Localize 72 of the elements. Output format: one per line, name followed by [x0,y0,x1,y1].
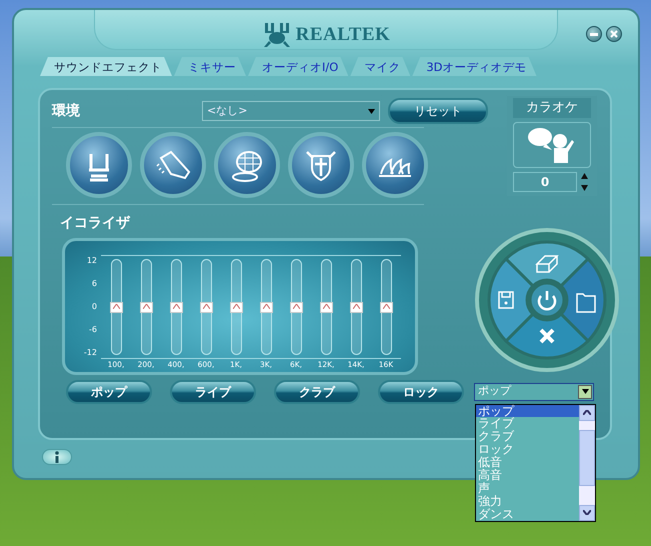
section-title: イコライザ [60,214,132,233]
slider-thumb[interactable] [260,302,272,313]
slider-thumb[interactable] [170,302,182,313]
dropdown-option[interactable]: ライブ [476,417,579,430]
slider-thumb[interactable] [200,302,212,313]
info-button[interactable] [42,449,72,465]
dropdown-option[interactable]: ロック [476,443,579,456]
cancel-button[interactable] [504,312,590,359]
close-icon [610,30,618,38]
preset-button[interactable]: ロック [378,380,464,404]
scroll-up-button[interactable] [579,404,595,420]
slider-track[interactable] [380,259,392,355]
scale-label: -6 [88,324,97,336]
folder-button[interactable] [560,257,606,342]
scale-label: 12 [86,255,97,267]
dropdown-option[interactable]: 低音 [476,456,579,470]
dropdown-arrow-icon [582,389,588,394]
tab[interactable]: マイク [350,56,410,76]
dropdown-option[interactable]: 高音 [476,469,579,482]
slider-thumb[interactable] [350,302,362,313]
crab-logo-icon [262,21,292,49]
environment-select[interactable]: <なし> [202,101,380,121]
slider-thumb[interactable] [290,302,302,313]
slider-thumb[interactable] [320,302,332,313]
dropdown-arrow-icon [368,108,375,114]
slider-thumb[interactable] [140,302,152,313]
scale-label: -12 [82,347,97,359]
scroll-down-icon [583,510,591,515]
slider-thumb[interactable] [110,302,122,313]
tab[interactable]: オーディオI/O [248,56,348,76]
section-title: 環境 [52,102,81,120]
tab[interactable]: 3Dオーディオデモ [412,56,536,76]
preset-button[interactable]: ライブ [170,380,256,404]
logo-text: REALTEK [296,22,390,47]
slider-track[interactable] [350,259,362,355]
preset-button[interactable]: ポップ [66,380,152,404]
scroll-thumb[interactable] [579,430,595,486]
slider-track[interactable] [140,259,152,355]
reset-button[interactable]: リセット [388,98,488,124]
scroll-down-button[interactable] [579,504,595,520]
slider-track[interactable] [110,259,122,355]
scale-label: 0 [90,301,97,313]
dropdown-option[interactable]: ダンス [476,508,579,521]
close-button[interactable] [606,26,622,42]
slider-track[interactable] [320,259,332,355]
scrollbar[interactable] [579,404,595,520]
preset-button[interactable]: クラブ [274,380,360,404]
scroll-up-icon [583,410,591,415]
karaoke-button[interactable] [513,122,591,168]
slider-track[interactable] [230,259,242,355]
minimize-button[interactable] [586,26,602,42]
tab[interactable]: サウンドエフェクト [40,56,172,76]
dropdown-option[interactable]: 強力 [476,494,579,508]
minimize-icon [590,32,598,36]
spin-arrows-icon[interactable] [581,172,588,190]
slider-track[interactable] [260,259,272,355]
shield-icon [303,148,339,182]
info-icon [54,451,60,463]
dropdown-option[interactable]: 声 [476,482,579,495]
slider-track[interactable] [170,259,182,355]
slider-track[interactable] [200,259,212,355]
slider-thumb[interactable] [230,302,242,313]
save-button[interactable] [488,257,534,342]
slider-track[interactable] [290,259,302,355]
section-title: カラオケ [513,98,591,118]
dropdown-option[interactable]: クラブ [476,430,579,444]
number-field[interactable]: 0 [513,172,577,192]
dropdown-option[interactable]: ポップ [476,404,579,418]
slider-thumb[interactable] [380,302,392,313]
tab[interactable]: ミキサー [174,56,246,76]
scale-label: 6 [90,278,97,290]
dropdown-list[interactable]: ポップ ライブ クラブ ロック 低音 高音 声 強力 ダンス [475,404,596,522]
